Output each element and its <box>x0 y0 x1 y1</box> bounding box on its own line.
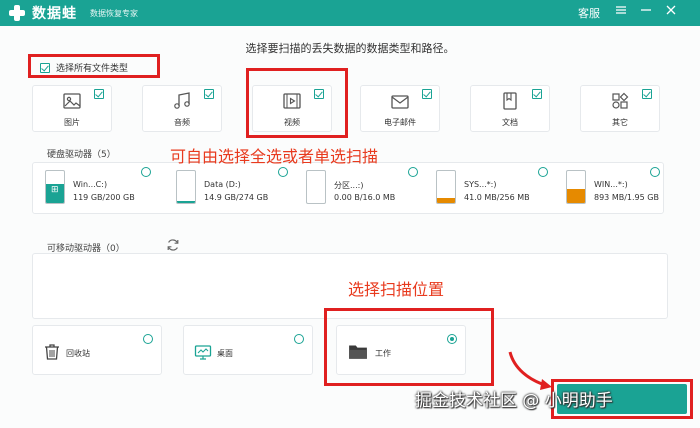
location-label: 回收站 <box>66 349 90 358</box>
type-card-other[interactable]: 其它 <box>580 85 660 132</box>
drive-d[interactable]: Data (D:) 14.9 GB/274 GB <box>176 167 292 206</box>
windows-logo-icon: ⊞ <box>51 185 59 195</box>
drive-usage-fill <box>177 201 195 203</box>
annotation-box-work-folder <box>324 308 494 386</box>
type-label: 音频 <box>174 118 190 127</box>
drive-size: 119 GB/200 GB <box>73 193 135 202</box>
image-icon <box>63 93 81 109</box>
annotation-free-select: 可自由选择全选或者单选扫描 <box>170 147 379 166</box>
trash-icon <box>45 344 59 360</box>
type-label: 文档 <box>502 118 518 127</box>
drive-radio[interactable] <box>141 167 151 177</box>
other-icon <box>612 92 629 109</box>
drive-icon: ⊞ <box>45 170 65 204</box>
menu-icon[interactable] <box>612 3 630 21</box>
drive-name: 分区...:) <box>334 181 364 190</box>
music-icon <box>174 92 190 109</box>
type-label: 图片 <box>64 118 80 127</box>
drive-name: SYS...*:) <box>464 180 497 189</box>
checkbox-icon[interactable] <box>94 89 104 99</box>
logo-cross-icon <box>8 4 26 22</box>
annotation-select-location: 选择扫描位置 <box>348 280 445 299</box>
drive-radio[interactable] <box>278 167 288 177</box>
email-icon <box>391 95 409 109</box>
drive-icon <box>436 170 456 204</box>
drive-name: Data (D:) <box>204 180 241 189</box>
close-icon[interactable] <box>662 3 680 21</box>
checkbox-icon[interactable] <box>532 89 542 99</box>
type-card-email[interactable]: 电子邮件 <box>360 85 440 132</box>
minimize-icon[interactable] <box>637 3 655 21</box>
drive-usage-fill <box>567 188 585 203</box>
drive-usage-fill <box>437 197 455 203</box>
drive-size: 0.00 B/16.0 MB <box>334 193 396 202</box>
drive-radio[interactable] <box>650 167 660 177</box>
type-card-image[interactable]: 图片 <box>32 85 112 132</box>
location-recycle-bin[interactable]: 回收站 <box>32 325 162 375</box>
annotation-box-select-all <box>28 54 160 78</box>
refresh-icon[interactable] <box>166 238 180 252</box>
desktop-icon <box>194 345 212 360</box>
title-bar: 数据蛙 数据恢复专家 客服 <box>0 0 700 26</box>
type-label: 电子邮件 <box>384 118 416 127</box>
type-card-document[interactable]: 文档 <box>470 85 550 132</box>
location-radio[interactable] <box>294 334 304 344</box>
drive-icon <box>176 170 196 204</box>
drive-c[interactable]: ⊞ Win...C:) 119 GB/200 GB <box>45 167 161 206</box>
drive-size: 41.0 MB/256 MB <box>464 193 530 202</box>
checkbox-icon[interactable] <box>422 89 432 99</box>
drive-radio[interactable] <box>408 167 418 177</box>
document-icon <box>503 92 517 110</box>
annotation-box-video <box>246 68 348 138</box>
app-slogan: 数据恢复专家 <box>90 9 138 18</box>
drive-sys[interactable]: SYS...*:) 41.0 MB/256 MB <box>436 167 552 206</box>
location-label: 桌面 <box>217 349 233 358</box>
location-desktop[interactable]: 桌面 <box>183 325 313 375</box>
app-logo: 数据蛙 <box>8 3 77 23</box>
drive-win[interactable]: WIN...*:) 893 MB/1.95 GB <box>566 167 682 206</box>
drive-size: 14.9 GB/274 GB <box>204 193 269 202</box>
type-card-audio[interactable]: 音频 <box>142 85 222 132</box>
drive-radio[interactable] <box>538 167 548 177</box>
drive-icon <box>566 170 586 204</box>
checkbox-icon[interactable] <box>204 89 214 99</box>
drive-partition[interactable]: 分区...:) 0.00 B/16.0 MB <box>306 167 422 206</box>
app-name: 数据蛙 <box>32 6 77 22</box>
location-radio[interactable] <box>143 334 153 344</box>
watermark: 掘金技术社区 @ 小明助手 <box>415 391 613 411</box>
drive-name: WIN...*:) <box>594 180 628 189</box>
type-label: 其它 <box>612 118 628 127</box>
customer-service-link[interactable]: 客服 <box>578 5 600 21</box>
checkbox-icon[interactable] <box>642 89 652 99</box>
drive-size: 893 MB/1.95 GB <box>594 193 659 202</box>
drive-icon <box>306 170 326 204</box>
hard-drives-title: 硬盘驱动器（5） <box>47 150 116 160</box>
drive-name: Win...C:) <box>73 180 108 189</box>
